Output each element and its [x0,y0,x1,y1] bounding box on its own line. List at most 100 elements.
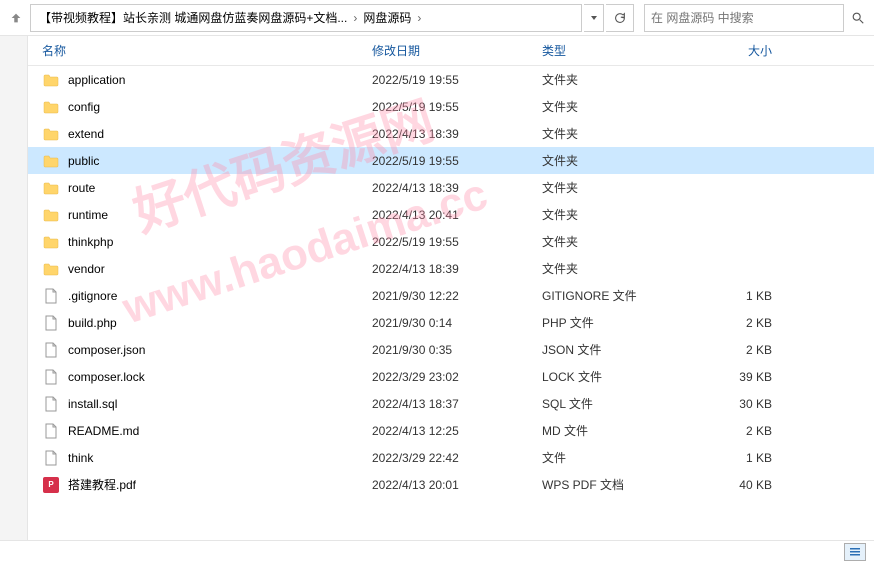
column-headers[interactable]: 名称 修改日期 类型 大小 [28,36,874,66]
file-row[interactable]: build.php2021/9/30 0:14PHP 文件2 KB [28,309,874,336]
refresh-button[interactable] [606,4,634,32]
file-size: 39 KB [702,370,792,384]
chevron-right-icon: › [351,11,359,25]
file-name: build.php [68,316,372,330]
file-size: 1 KB [702,289,792,303]
file-name: 搭建教程.pdf [68,476,372,493]
file-type: 文件夹 [542,71,702,88]
folder-icon [42,71,60,89]
folder-icon [42,125,60,143]
file-icon [42,314,60,332]
file-size: 1 KB [702,451,792,465]
file-type: WPS PDF 文档 [542,476,702,493]
file-name: runtime [68,208,372,222]
file-date: 2022/4/13 18:39 [372,127,542,141]
file-size: 2 KB [702,343,792,357]
file-type: 文件夹 [542,179,702,196]
file-row[interactable]: composer.json2021/9/30 0:35JSON 文件2 KB [28,336,874,363]
file-type: 文件夹 [542,233,702,250]
status-bar [0,540,874,562]
file-icon [42,449,60,467]
folder-icon [42,98,60,116]
file-type: MD 文件 [542,422,702,439]
file-date: 2022/4/13 20:01 [372,478,542,492]
file-row[interactable]: install.sql2022/4/13 18:37SQL 文件30 KB [28,390,874,417]
file-row[interactable]: application2022/5/19 19:55文件夹 [28,66,874,93]
file-type: 文件夹 [542,206,702,223]
up-button[interactable] [4,4,28,32]
file-row[interactable]: .gitignore2021/9/30 12:22GITIGNORE 文件1 K… [28,282,874,309]
view-details-button[interactable] [844,543,866,561]
file-type: JSON 文件 [542,341,702,358]
file-date: 2022/5/19 19:55 [372,235,542,249]
pdf-icon: P [42,476,60,494]
file-type: 文件 [542,449,702,466]
file-name: route [68,181,372,195]
file-date: 2022/3/29 22:42 [372,451,542,465]
breadcrumb-dropdown-button[interactable] [584,4,604,32]
file-icon [42,287,60,305]
file-icon [42,368,60,386]
file-type: GITIGNORE 文件 [542,287,702,304]
folder-icon [42,152,60,170]
file-date: 2022/4/13 12:25 [372,424,542,438]
file-date: 2021/9/30 12:22 [372,289,542,303]
col-header-size[interactable]: 大小 [702,42,792,59]
file-row[interactable]: think2022/3/29 22:42文件1 KB [28,444,874,471]
breadcrumb-seg-1[interactable]: 【带视频教程】站长亲测 城通网盘仿蓝奏网盘源码+文档... [35,9,351,26]
file-icon [42,422,60,440]
file-name: .gitignore [68,289,372,303]
file-name: think [68,451,372,465]
toolbar: 【带视频教程】站长亲测 城通网盘仿蓝奏网盘源码+文档... › 网盘源码 › [0,0,874,36]
file-type: 文件夹 [542,152,702,169]
file-type: 文件夹 [542,260,702,277]
file-row[interactable]: P搭建教程.pdf2022/4/13 20:01WPS PDF 文档40 KB [28,471,874,498]
file-date: 2022/5/19 19:55 [372,100,542,114]
file-date: 2022/4/13 20:41 [372,208,542,222]
file-name: thinkphp [68,235,372,249]
file-row[interactable]: README.md2022/4/13 12:25MD 文件2 KB [28,417,874,444]
chevron-right-icon: › [415,11,423,25]
folder-icon [42,179,60,197]
file-name: public [68,154,372,168]
file-size: 2 KB [702,316,792,330]
search-icon[interactable] [846,4,870,32]
file-date: 2021/9/30 0:35 [372,343,542,357]
file-size: 30 KB [702,397,792,411]
file-date: 2022/5/19 19:55 [372,154,542,168]
file-icon [42,341,60,359]
breadcrumb[interactable]: 【带视频教程】站长亲测 城通网盘仿蓝奏网盘源码+文档... › 网盘源码 › [30,4,582,32]
left-panel [0,36,28,540]
file-row[interactable]: extend2022/4/13 18:39文件夹 [28,120,874,147]
file-date: 2022/4/13 18:39 [372,262,542,276]
search-box[interactable] [644,4,844,32]
breadcrumb-seg-2[interactable]: 网盘源码 [359,9,415,26]
search-input[interactable] [651,11,837,25]
file-name: vendor [68,262,372,276]
file-row[interactable]: vendor2022/4/13 18:39文件夹 [28,255,874,282]
col-header-date[interactable]: 修改日期 [372,42,542,59]
file-row[interactable]: runtime2022/4/13 20:41文件夹 [28,201,874,228]
file-name: application [68,73,372,87]
file-name: install.sql [68,397,372,411]
col-header-type[interactable]: 类型 [542,42,702,59]
file-list: 名称 修改日期 类型 大小 application2022/5/19 19:55… [28,36,874,540]
file-date: 2022/5/19 19:55 [372,73,542,87]
folder-icon [42,206,60,224]
file-row[interactable]: route2022/4/13 18:39文件夹 [28,174,874,201]
file-date: 2021/9/30 0:14 [372,316,542,330]
file-name: composer.lock [68,370,372,384]
file-name: extend [68,127,372,141]
file-row[interactable]: composer.lock2022/3/29 23:02LOCK 文件39 KB [28,363,874,390]
file-row[interactable]: config2022/5/19 19:55文件夹 [28,93,874,120]
file-type: LOCK 文件 [542,368,702,385]
folder-icon [42,233,60,251]
content-area: 名称 修改日期 类型 大小 application2022/5/19 19:55… [0,36,874,540]
col-header-name[interactable]: 名称 [42,42,372,59]
file-row[interactable]: public2022/5/19 19:55文件夹 [28,147,874,174]
file-name: composer.json [68,343,372,357]
file-name: README.md [68,424,372,438]
folder-icon [42,260,60,278]
file-icon [42,395,60,413]
file-row[interactable]: thinkphp2022/5/19 19:55文件夹 [28,228,874,255]
